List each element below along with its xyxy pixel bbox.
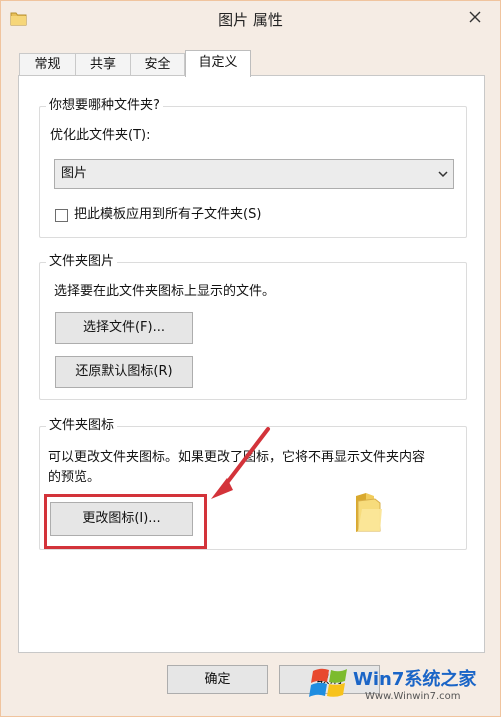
dialog-footer: 确定 取消 Win7系统之家 Www.Winwin7.com <box>1 653 500 716</box>
windows-logo-icon <box>309 668 347 697</box>
window-title: 图片 属性 <box>218 11 283 29</box>
properties-dialog: 图片 属性 常规 共享 安全 自定义 你想要哪种文件夹? 优化此文件夹(T): … <box>0 0 501 717</box>
tab-panel-customize: 你想要哪种文件夹? 优化此文件夹(T): 图片 把此模板应用到所有子文件夹(S)… <box>18 75 485 653</box>
tab-sharing[interactable]: 共享 <box>75 53 131 76</box>
tab-customize[interactable]: 自定义 <box>185 50 251 77</box>
close-button[interactable] <box>460 6 490 28</box>
annotation-arrow <box>211 427 270 499</box>
title-bar: 图片 属性 <box>1 1 500 35</box>
watermark-url: Www.Winwin7.com <box>365 691 461 702</box>
tab-general[interactable]: 常规 <box>19 53 76 76</box>
ok-button[interactable]: 确定 <box>167 665 268 694</box>
close-icon <box>469 11 481 23</box>
tab-security[interactable]: 安全 <box>130 53 185 76</box>
watermark-brand: Win7系统之家 <box>353 669 477 690</box>
